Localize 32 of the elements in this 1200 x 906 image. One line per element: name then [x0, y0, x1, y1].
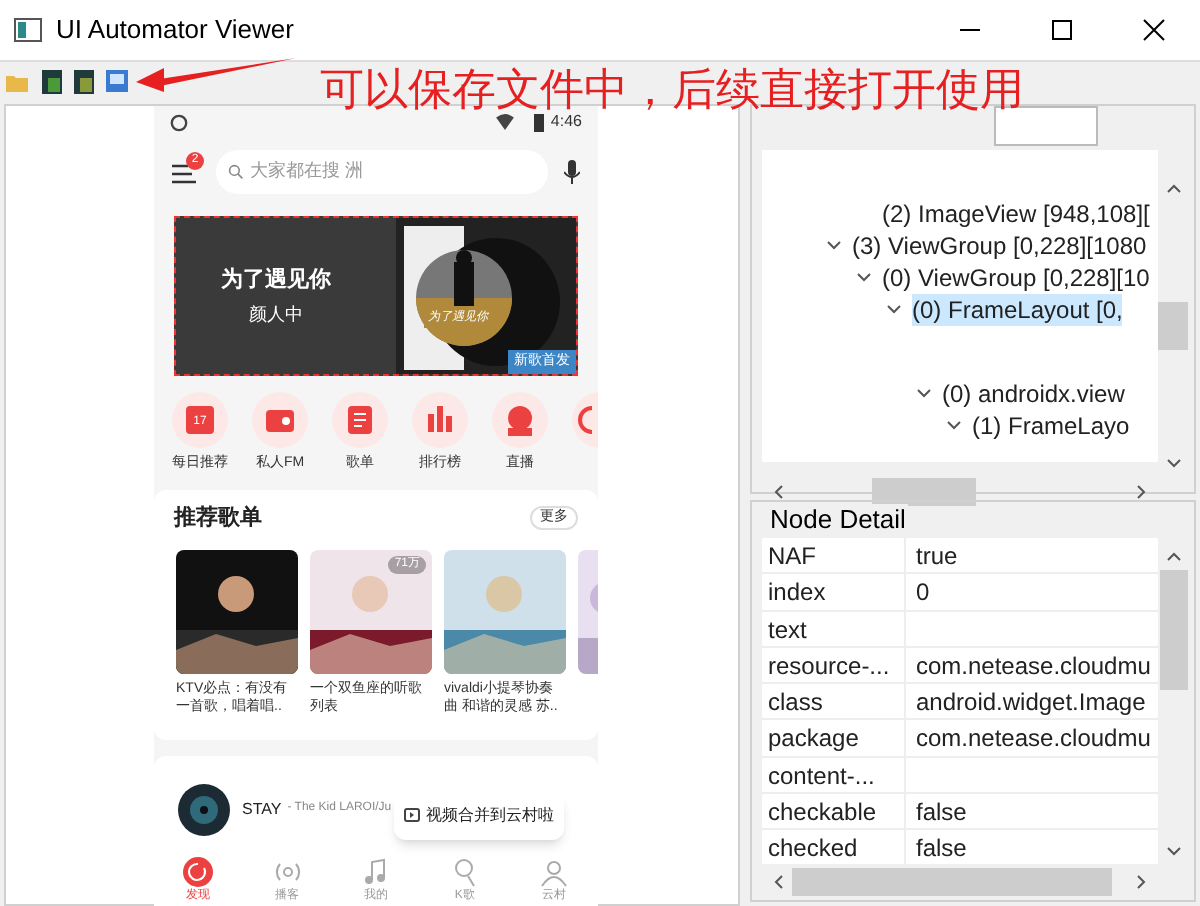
- property-value: android.widget.Image: [914, 686, 1146, 719]
- tree-node[interactable]: (0) FrameLayout [0,: [912, 294, 1123, 326]
- property-name: index: [762, 574, 906, 610]
- section-title: 推荐歌单: [174, 503, 262, 533]
- property-value: com.netease.cloudmu: [914, 649, 1151, 683]
- property-name: NAF: [762, 538, 906, 573]
- property-name: checkable: [762, 794, 906, 829]
- search-input[interactable]: 大家都在搜 洲: [250, 158, 490, 186]
- tree-node[interactable]: (0) androidx.view: [942, 378, 1125, 410]
- property-value: true: [914, 540, 958, 573]
- tree-node[interactable]: (2) ImageView [948,108][: [882, 198, 1150, 230]
- song-title[interactable]: STAY: [242, 797, 282, 821]
- property-value: false: [914, 832, 967, 864]
- status-time: 4:46: [550, 110, 582, 134]
- property-name: class: [762, 684, 906, 719]
- property-value: 0: [914, 576, 930, 610]
- property-value: false: [914, 796, 967, 829]
- property-name: package: [762, 720, 906, 756]
- property-name: checked: [762, 830, 906, 864]
- search-field[interactable]: 大家都在搜 洲: [216, 150, 548, 194]
- tree-node[interactable]: (3) ViewGroup [0,228][1080: [852, 230, 1147, 262]
- banner-subtitle: 颜人中: [249, 301, 303, 327]
- property-name: content-...: [762, 757, 906, 793]
- annotation-text: 可以保存文件中，后续直接打开使用: [320, 62, 1024, 114]
- tree-node[interactable]: (1) FrameLayo: [972, 410, 1130, 442]
- window-title: UI Automator Viewer: [56, 12, 294, 49]
- property-name: text: [762, 611, 906, 646]
- property-name: resource-...: [762, 647, 906, 683]
- tooltip-text: 视频合并到云村啦: [426, 803, 554, 827]
- property-value: com.netease.cloudmu: [914, 722, 1151, 756]
- banner-headline: 为了遇见你: [221, 265, 331, 296]
- tree-node[interactable]: (0) ViewGroup [0,228][10: [882, 262, 1150, 294]
